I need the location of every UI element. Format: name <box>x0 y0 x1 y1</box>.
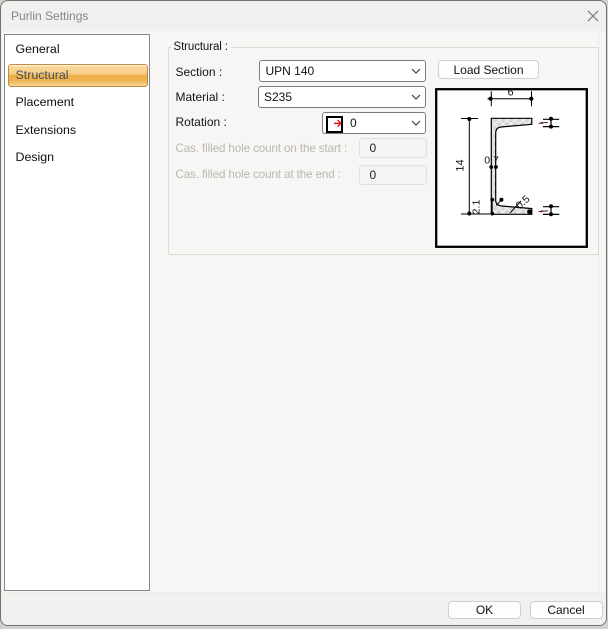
svg-text:0.7: 0.7 <box>484 155 499 167</box>
svg-text:2.1: 2.1 <box>471 200 483 215</box>
svg-text:14: 14 <box>455 159 467 171</box>
svg-text:6: 6 <box>507 88 513 99</box>
